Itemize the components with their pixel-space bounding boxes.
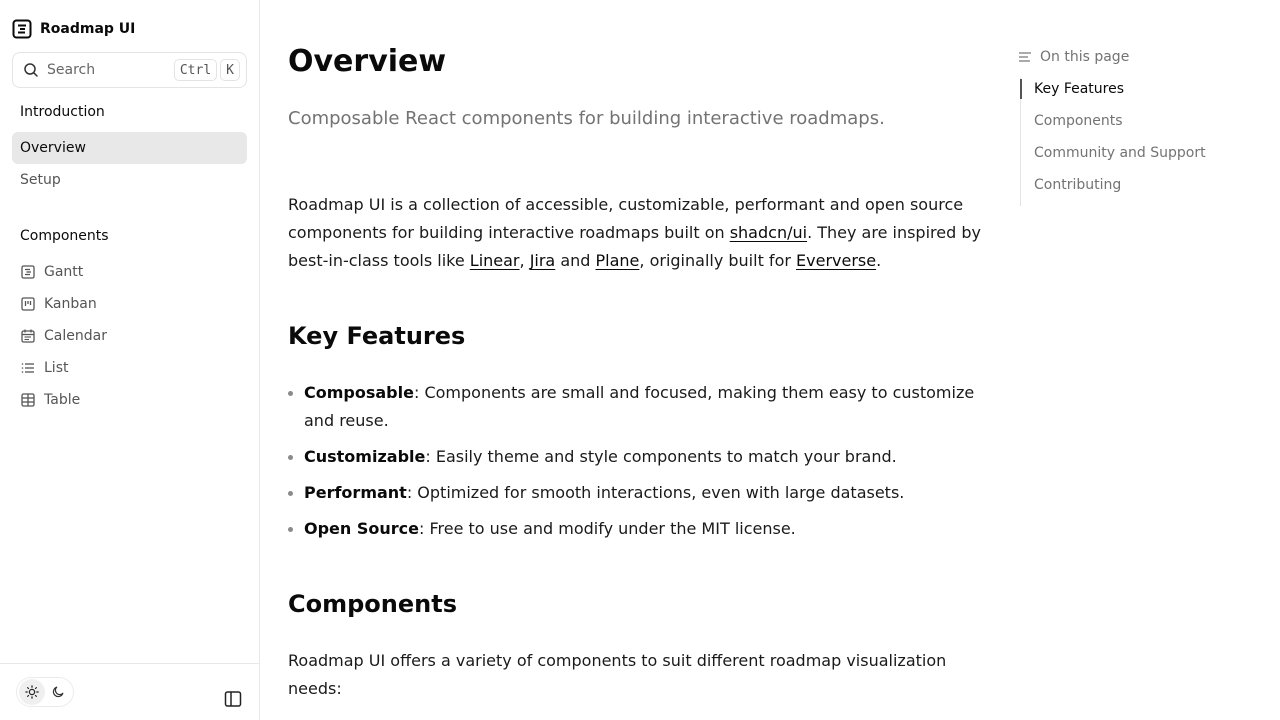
sidebar-item-calendar[interactable]: Calendar — [12, 320, 247, 352]
sidebar-item-label: Setup — [20, 172, 61, 188]
theme-toggle[interactable] — [16, 677, 74, 707]
feature-name: Performant — [304, 483, 407, 502]
sidebar-item-label: Kanban — [44, 296, 97, 312]
link-eververse[interactable]: Eververse — [796, 251, 876, 270]
sidebar-item-label: Gantt — [44, 264, 84, 280]
logo-icon — [12, 19, 32, 39]
sidebar-item-overview[interactable]: Overview — [12, 132, 247, 164]
page-subtitle: Composable React components for building… — [288, 108, 885, 129]
search-label: Search — [47, 62, 96, 78]
nav-section-components: Components — [20, 228, 109, 244]
dark-theme-button[interactable] — [45, 679, 71, 705]
features-list: Composable: Components are small and foc… — [288, 379, 988, 551]
toc-item-key-features[interactable]: Key Features — [1020, 78, 1260, 110]
brand-name: Roadmap UI — [40, 21, 136, 37]
toc-item-contributing[interactable]: Contributing — [1021, 174, 1260, 206]
toc-title: On this page — [1040, 49, 1130, 65]
feature-desc: : Free to use and modify under the MIT l… — [419, 519, 796, 538]
toc-item-community-and-support[interactable]: Community and Support — [1021, 142, 1260, 174]
kanban-icon — [21, 297, 35, 311]
list-item: Performant: Optimized for smooth interac… — [288, 479, 988, 507]
moon-icon — [52, 686, 64, 698]
table-of-contents: On this page Key Features Components Com… — [1018, 46, 1268, 206]
sidebar-toggle-button[interactable] — [222, 688, 244, 710]
link-shadcn[interactable]: shadcn/ui — [730, 223, 807, 242]
sidebar-item-kanban[interactable]: Kanban — [12, 288, 247, 320]
list-item: Composable: Components are small and foc… — [288, 379, 988, 435]
intro-text: . — [876, 251, 882, 270]
sidebar-item-label: List — [44, 360, 69, 376]
components-heading: Components — [288, 590, 457, 618]
intro-paragraph: Roadmap UI is a collection of accessible… — [288, 191, 988, 275]
list-item: Customizable: Easily theme and style com… — [288, 443, 988, 471]
toc-header: On this page — [1018, 46, 1268, 68]
calendar-icon — [21, 329, 35, 343]
sidebar-item-label: Calendar — [44, 328, 107, 344]
sidebar-item-label: Overview — [20, 140, 86, 156]
key-features-heading: Key Features — [288, 322, 466, 350]
sidebar: Roadmap UI Search Ctrl K Introduction Ov… — [0, 0, 260, 720]
toc-item-components[interactable]: Components — [1021, 110, 1260, 142]
sun-icon — [25, 685, 39, 699]
brand[interactable]: Roadmap UI — [12, 18, 135, 40]
sidebar-item-table[interactable]: Table — [12, 384, 247, 416]
components-paragraph: Roadmap UI offers a variety of component… — [288, 651, 947, 698]
search-icon — [24, 63, 38, 77]
sidebar-item-label: Table — [44, 392, 81, 408]
feature-name: Customizable — [304, 447, 426, 466]
link-jira[interactable]: Jira — [530, 251, 556, 270]
sidebar-item-setup[interactable]: Setup — [12, 164, 247, 196]
intro-text: , originally built for — [639, 251, 797, 270]
link-linear[interactable]: Linear — [470, 251, 520, 270]
list-item: Open Source: Free to use and modify unde… — [288, 515, 988, 543]
shortcut-key-k: K — [220, 59, 240, 81]
intro-text: and — [555, 251, 596, 270]
link-plane[interactable]: Plane — [596, 251, 640, 270]
feature-name: Composable — [304, 383, 414, 402]
list-icon — [21, 363, 34, 373]
feature-name: Open Source — [304, 519, 419, 538]
shortcut-key-ctrl: Ctrl — [173, 59, 218, 81]
sidebar-item-list[interactable]: List — [12, 352, 247, 384]
feature-desc: : Optimized for smooth interactions, eve… — [406, 483, 905, 502]
table-icon — [21, 393, 35, 407]
sidebar-footer — [0, 663, 259, 720]
page-title: Overview — [288, 44, 447, 79]
intro-text: , — [519, 251, 530, 270]
gantt-icon — [21, 265, 35, 279]
nav-section-introduction: Introduction — [20, 104, 105, 120]
text-align-icon — [1019, 52, 1031, 62]
feature-desc: : Easily theme and style components to m… — [425, 447, 897, 466]
panel-left-icon — [224, 691, 242, 707]
toc-list: Key Features Components Community and Su… — [1020, 78, 1260, 206]
sidebar-item-gantt[interactable]: Gantt — [12, 256, 247, 288]
search-button[interactable]: Search Ctrl K — [12, 52, 247, 88]
light-theme-button[interactable] — [19, 679, 45, 705]
